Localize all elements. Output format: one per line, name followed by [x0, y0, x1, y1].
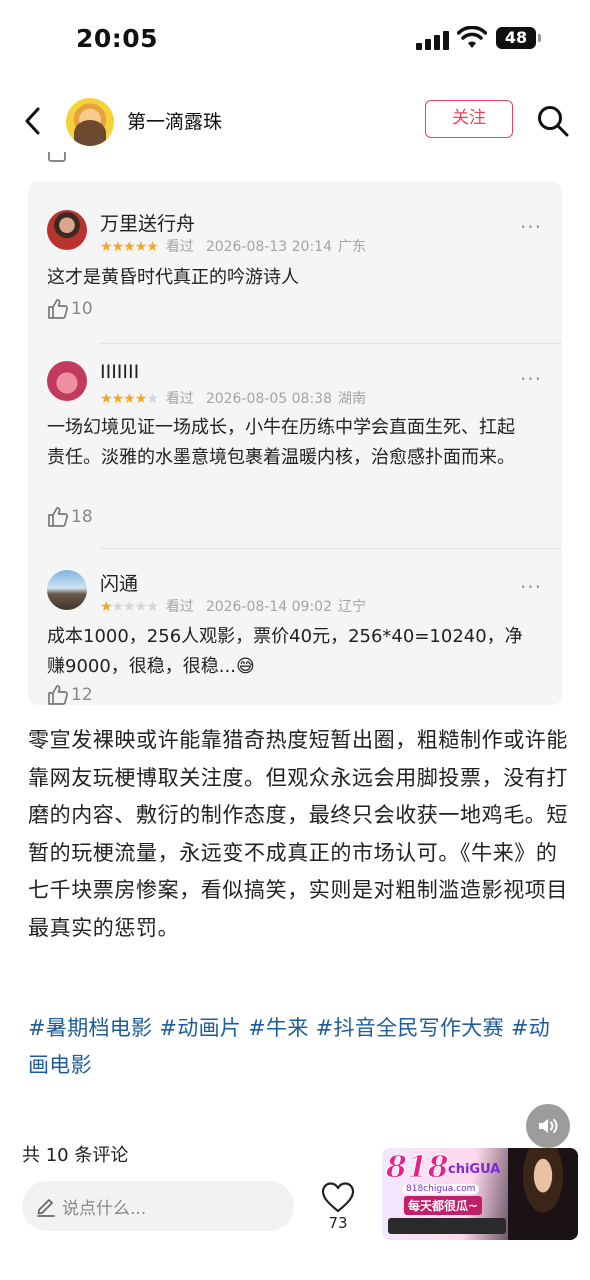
status-time: 20:05 — [76, 24, 159, 53]
star-filled-icon: ★ — [100, 391, 113, 407]
more-options-icon[interactable]: ··· — [520, 215, 542, 239]
article-body: 零宣发裸映或许能靠猎奇热度短暂出圈，粗糙制作或许能靠网友玩梗博取关注度。但观众永… — [28, 728, 568, 940]
rating-stars: ★★★★★ — [100, 599, 159, 615]
battery-indicator: 48 — [496, 27, 541, 49]
comment-meta: ★★★★★ 看过 2026-08-14 09:02 辽宁 — [100, 599, 366, 615]
more-options-icon[interactable]: ··· — [520, 575, 542, 599]
thumb-up-icon — [48, 685, 68, 705]
star-empty-icon: ★ — [111, 599, 125, 615]
like-button[interactable]: 12 — [47, 684, 93, 705]
back-arrow-icon[interactable] — [18, 104, 48, 138]
comment-meta: ★★★★★ 看过 2026-08-05 08:38 湖南 — [100, 391, 366, 407]
star-empty-icon: ★ — [146, 391, 159, 407]
star-filled-icon: ★ — [100, 239, 113, 255]
divider — [100, 548, 562, 549]
heart-icon[interactable] — [320, 1180, 356, 1214]
comments-card: 万里送行舟 ★★★★★ 看过 2026-08-13 20:14 广东 ··· 这才是黄… — [28, 181, 562, 705]
like-button[interactable]: 18 — [47, 506, 93, 530]
thumb-up-icon — [48, 299, 68, 319]
clipped-previous-row — [28, 152, 562, 164]
like-count: 73 — [328, 1214, 348, 1232]
hashtag-links[interactable]: #暑期档电影 #动画片 #牛来 #抖音全民写作大赛 #动画电影 — [28, 1010, 568, 1084]
commenter-name[interactable]: 闪通 — [100, 569, 138, 596]
author-avatar[interactable] — [66, 98, 114, 146]
like-count: 18 — [71, 507, 93, 527]
star-empty-icon: ★ — [146, 599, 159, 615]
follow-button[interactable]: 关注 — [425, 100, 513, 138]
commenter-avatar[interactable] — [47, 361, 87, 401]
like-count: 12 — [71, 685, 93, 705]
nav-bar: 第一滴露珠 关注 — [0, 90, 590, 152]
star-filled-icon: ★ — [123, 239, 136, 255]
like-count: 10 — [71, 299, 93, 319]
ad-logo: 818 — [386, 1150, 450, 1186]
ad-url: 818chigua.com — [402, 1184, 480, 1194]
comment-input-placeholder: 说点什么... — [62, 1199, 147, 1219]
star-empty-icon: ★ — [134, 599, 148, 615]
thumb-up-icon — [48, 152, 66, 162]
comment-text: 这才是黄昏时代真正的吟游诗人 — [47, 267, 299, 288]
star-filled-icon: ★ — [134, 239, 148, 255]
star-filled-icon: ★ — [111, 239, 125, 255]
more-options-icon[interactable]: ··· — [520, 367, 542, 391]
cellular-signal-icon — [416, 30, 450, 50]
rating-stars: ★★★★★ — [100, 391, 159, 407]
ad-image — [508, 1148, 578, 1240]
wifi-icon — [457, 26, 487, 48]
commenter-avatar[interactable] — [47, 210, 87, 250]
star-filled-icon: ★ — [134, 391, 148, 407]
star-filled-icon: ★ — [123, 391, 136, 407]
ad-banner[interactable]: 818 chiGUA 818chigua.com 每天都很瓜~ — [382, 1148, 578, 1240]
sound-toggle-button[interactable] — [526, 1104, 570, 1148]
comment-count[interactable]: 共 10 条评论 — [22, 1141, 128, 1167]
commenter-name[interactable]: 万里送行舟 — [100, 209, 195, 236]
clipped-text — [428, 152, 548, 158]
commenter-name[interactable]: IIIIIII — [100, 361, 139, 383]
ad-strip — [388, 1218, 506, 1234]
pen-icon — [37, 1199, 55, 1217]
comment-meta: ★★★★★ 看过 2026-08-13 20:14 广东 — [100, 239, 366, 255]
speaker-icon — [539, 1119, 558, 1133]
rating-stars: ★★★★★ — [100, 239, 159, 255]
star-filled-icon: ★ — [100, 599, 113, 615]
thumb-up-icon — [48, 507, 68, 527]
comment-text: 成本1000，256人观影，票价40元，256*40=10240，净赚9000，… — [47, 626, 523, 677]
star-filled-icon: ★ — [146, 239, 159, 255]
author-name[interactable]: 第一滴露珠 — [127, 107, 222, 134]
like-button[interactable]: 10 — [47, 298, 93, 322]
comment-input[interactable]: 说点什么... — [22, 1181, 294, 1231]
divider — [100, 343, 562, 344]
star-filled-icon: ★ — [111, 391, 125, 407]
ad-logo-suffix: chiGUA — [448, 1162, 501, 1177]
star-empty-icon: ★ — [123, 599, 136, 615]
ad-slogan: 每天都很瓜~ — [404, 1196, 483, 1215]
comment-text: 一场幻境见证一场成长，小牛在历练中学会直面生死、扛起责任。淡雅的水墨意境包裹着温… — [47, 417, 515, 468]
status-bar: 20:05 48 — [0, 0, 590, 80]
search-icon[interactable] — [536, 104, 570, 138]
commenter-avatar[interactable] — [47, 570, 87, 610]
